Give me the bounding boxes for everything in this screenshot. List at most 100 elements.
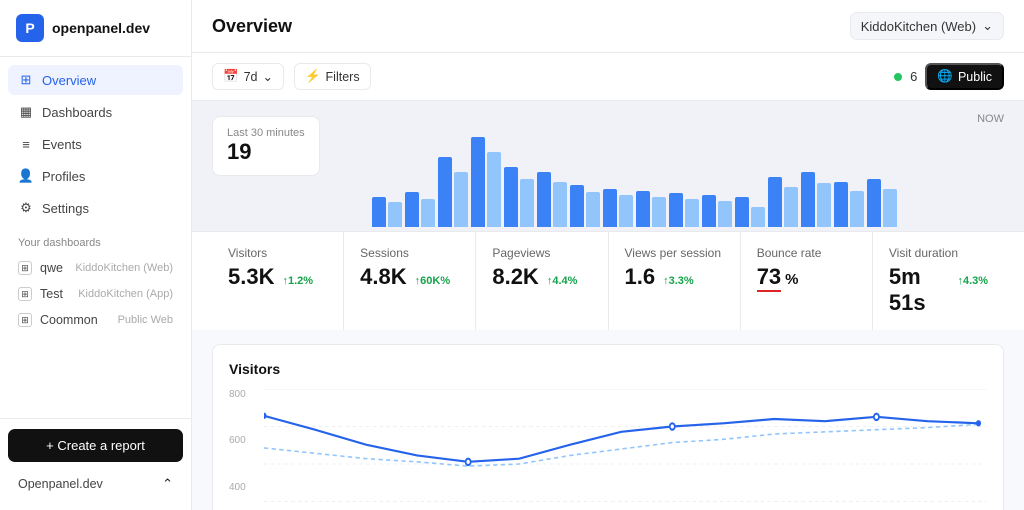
sidebar-nav: ⊞ Overview ▦Dashboards≡Events 👤 Profiles ⚙Set… [0, 57, 191, 418]
sidebar-logo: P openpanel.dev [0, 0, 191, 57]
last30-card: Last 30 minutes 19 [212, 116, 320, 176]
stat-value: 5.3K ↑1.2% [228, 264, 327, 290]
bar-primary [834, 182, 848, 227]
bar-secondary [388, 202, 402, 227]
line-dot [264, 413, 267, 419]
stat-card-views_per_session: Views per session 1.6 ↑3.3% [609, 232, 741, 330]
stat-change: ↑3.3% [663, 275, 694, 287]
sidebar-item-label: Settings [42, 201, 89, 216]
bar-group [405, 192, 435, 227]
stat-card-visitors: Visitors 5.3K ↑1.2% [212, 232, 344, 330]
sidebar-item-profiles[interactable]: 👤 Profiles [8, 161, 183, 191]
period-selector[interactable]: 📅 7d ⌄ [212, 63, 284, 90]
sidebar-item-dashboards[interactable]: ▦Dashboards [8, 97, 183, 127]
workspace-text: Openpanel.dev [18, 477, 103, 491]
stat-value: 5m 51s ↑4.3% [889, 264, 988, 316]
site-name: KiddoKitchen (Web) [861, 19, 976, 34]
bar-group [603, 189, 633, 227]
stat-unit: % [785, 271, 798, 288]
bar-primary [735, 197, 749, 227]
bar-secondary [652, 197, 666, 227]
main-content: Overview KiddoKitchen (Web) ⌄ 📅 7d ⌄ ⚡ F… [192, 0, 1024, 510]
period-label: 7d [244, 70, 258, 84]
line-dot [976, 420, 981, 426]
stat-change: ↑60K% [415, 275, 450, 287]
bar-primary [405, 192, 419, 227]
toolbar-right: 6 🌐 Public [894, 63, 1004, 90]
bar-primary [504, 167, 518, 227]
toolbar: 📅 7d ⌄ ⚡ Filters 6 🌐 Public [192, 53, 1024, 101]
sidebar-item-settings[interactable]: ⚙Settings [8, 193, 183, 223]
sidebar-item-label: Events [42, 137, 82, 152]
dashboard-item-qwe[interactable]: ⊞qweKiddoKitchen (Web) [8, 255, 183, 281]
visitors-section: Visitors 800600400200 [212, 344, 1004, 510]
bar-group [669, 193, 699, 227]
bar-secondary [421, 199, 435, 227]
overview-icon: ⊞ [18, 72, 34, 88]
bar-primary [603, 189, 617, 227]
bar-group [702, 195, 732, 227]
last30-value: 19 [227, 139, 305, 165]
bar-group [801, 172, 831, 227]
dashboard-grid-icon: ⊞ [18, 261, 32, 275]
stat-value: 73% [757, 264, 856, 292]
bar-secondary [619, 195, 633, 227]
stat-change: ↑4.4% [547, 275, 578, 287]
sidebar-item-overview[interactable]: ⊞ Overview [8, 65, 183, 95]
header-right: KiddoKitchen (Web) ⌄ [850, 12, 1004, 40]
stat-card-visit_duration: Visit duration 5m 51s ↑4.3% [873, 232, 1004, 330]
bar-primary [669, 193, 683, 227]
content-area: NOW Last 30 minutes 19 Visitors 5.3K ↑1.… [192, 101, 1024, 510]
bar-group [636, 191, 666, 227]
site-selector-chevron-icon: ⌄ [982, 18, 993, 34]
workspace-selector[interactable]: Openpanel.dev ⌃ [8, 468, 183, 500]
dashboard-item-coommon[interactable]: ⊞CoommonPublic Web [8, 307, 183, 333]
stat-value: 1.6 ↑3.3% [625, 264, 724, 290]
stat-label: Visit duration [889, 246, 988, 260]
sidebar-item-label: Dashboards [42, 105, 112, 120]
stat-value-num: 73 [757, 264, 781, 292]
stat-change: ↑4.3% [957, 275, 988, 287]
globe-icon: 🌐 [937, 69, 953, 84]
bar-secondary [850, 191, 864, 227]
dashboard-grid-icon: ⊞ [18, 287, 32, 301]
profiles-icon: 👤 [18, 168, 34, 184]
dashboard-grid-icon: ⊞ [18, 313, 32, 327]
live-count: 6 [910, 69, 917, 84]
calendar-icon: 📅 [223, 69, 239, 84]
public-button[interactable]: 🌐 Public [925, 63, 1004, 90]
stat-change: ↑1.2% [282, 275, 313, 287]
sidebar-item-label: Overview [42, 73, 96, 88]
filters-button[interactable]: ⚡ Filters [294, 63, 371, 90]
bar-secondary [883, 189, 897, 227]
stats-row: Visitors 5.3K ↑1.2% Sessions 4.8K ↑60K% … [192, 231, 1024, 330]
bar-primary [702, 195, 716, 227]
stat-value: 4.8K ↑60K% [360, 264, 459, 290]
page-title: Overview [212, 16, 292, 37]
bar-primary [537, 172, 551, 227]
bar-group [834, 182, 864, 227]
bar-primary [801, 172, 815, 227]
line-dot [874, 414, 879, 420]
stat-value: 8.2K ↑4.4% [492, 264, 591, 290]
sidebar-item-events[interactable]: ≡Events [8, 129, 183, 159]
bar-secondary [487, 152, 501, 227]
logo-text: openpanel.dev [52, 20, 150, 36]
workspace-chevron-icon: ⌃ [162, 476, 173, 492]
stat-label: Bounce rate [757, 246, 856, 260]
sidebar-item-label: Profiles [42, 169, 85, 184]
bar-group [735, 197, 765, 227]
sidebar-section-label: Your dashboards [8, 225, 183, 255]
live-status-dot [894, 73, 902, 81]
toolbar-left: 📅 7d ⌄ ⚡ Filters [212, 63, 371, 90]
line-chart-svg [264, 389, 987, 510]
site-selector[interactable]: KiddoKitchen (Web) ⌄ [850, 12, 1004, 40]
public-label: Public [958, 70, 992, 84]
dashboard-item-test[interactable]: ⊞TestKiddoKitchen (App) [8, 281, 183, 307]
bar-secondary [784, 187, 798, 227]
bar-secondary [817, 183, 831, 227]
bar-group [570, 185, 600, 227]
create-report-button[interactable]: + Create a report [8, 429, 183, 462]
y-axis-labels: 800600400200 [229, 389, 259, 510]
line-dot [466, 459, 471, 465]
